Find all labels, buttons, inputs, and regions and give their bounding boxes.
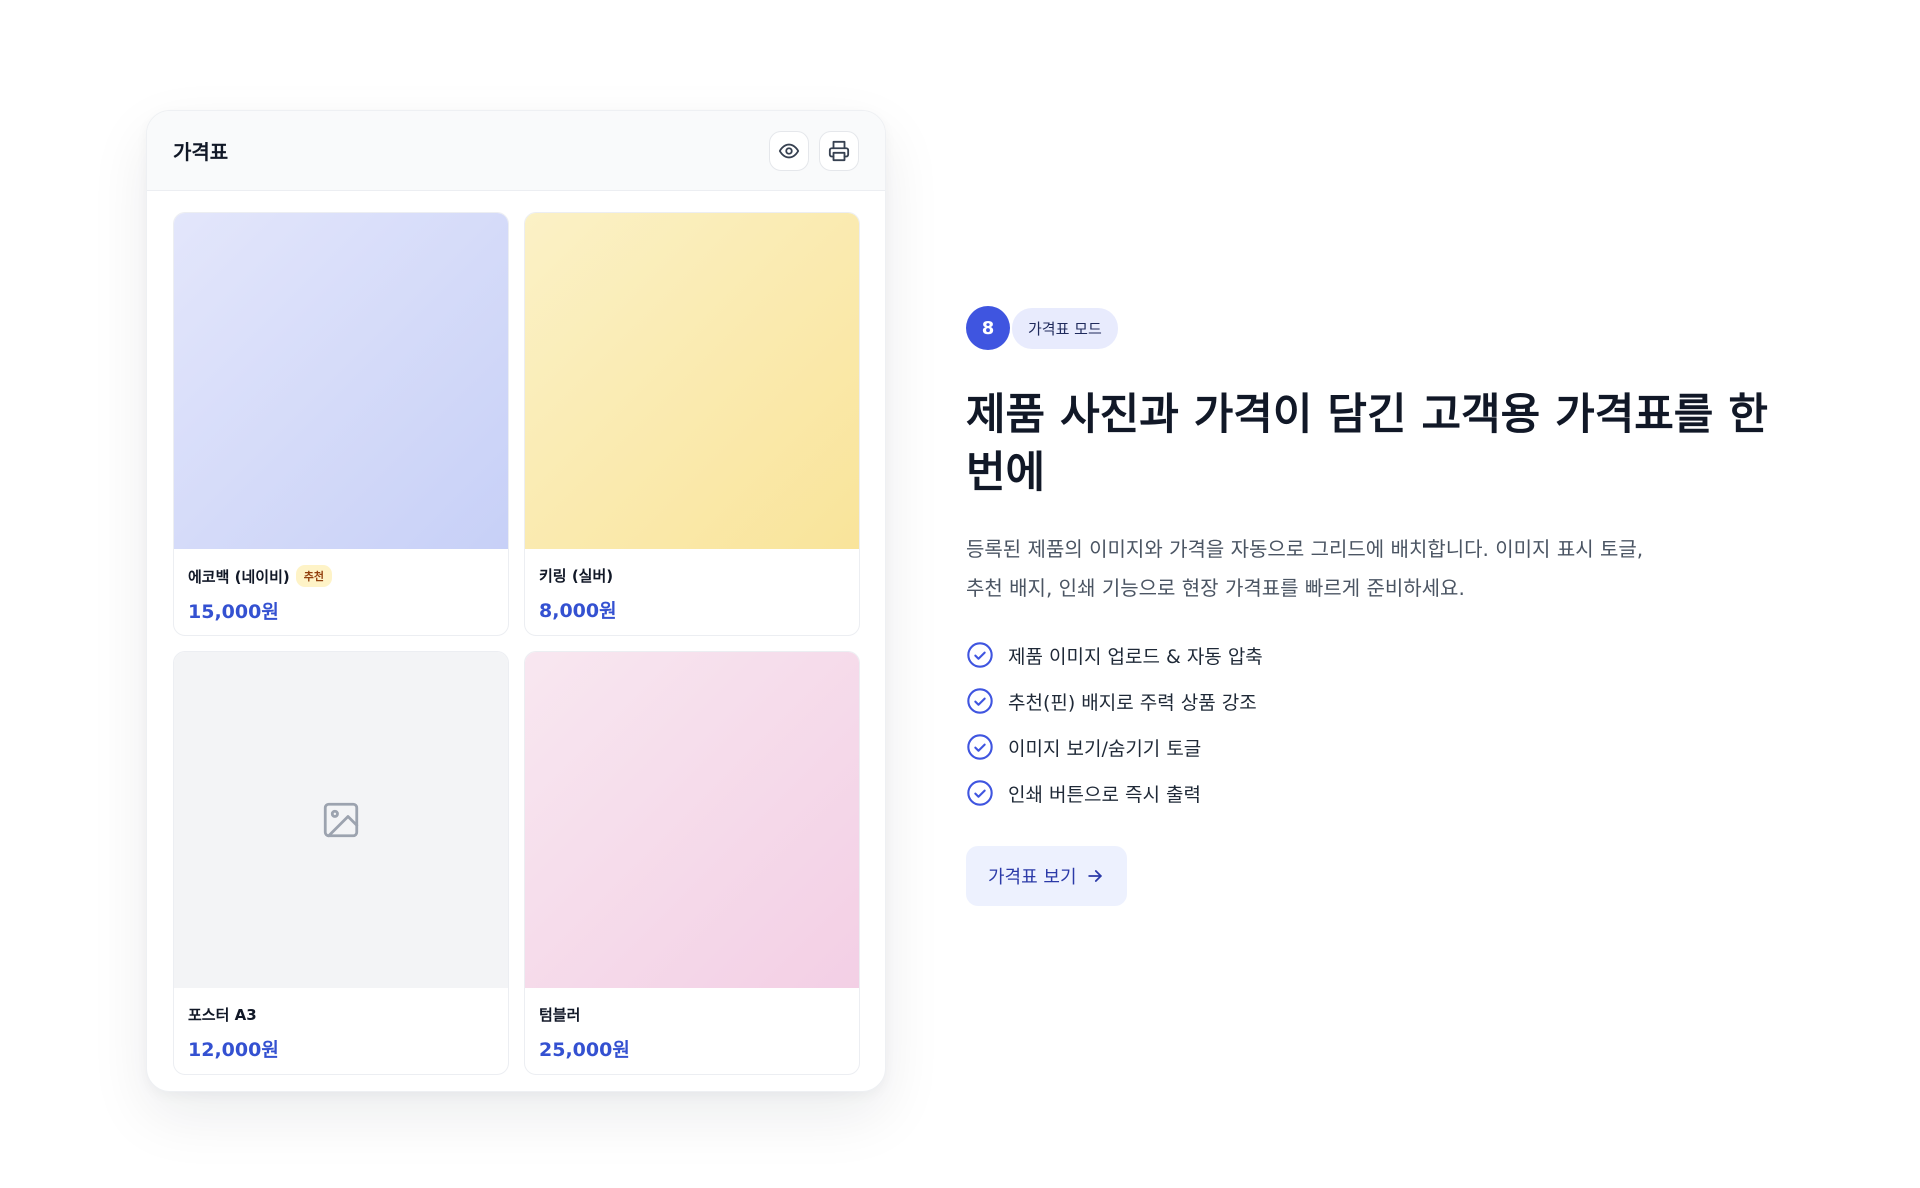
check-circle-icon: [966, 687, 994, 715]
product-name: 포스터 A3: [188, 1006, 257, 1024]
product-info: 텀블러 25,000원: [525, 988, 859, 1062]
product-name: 에코백 (네이비): [188, 567, 290, 586]
arrow-right-icon: [1087, 870, 1102, 882]
check-circle-icon: [966, 779, 994, 807]
feature-item: 이미지 보기/숨기기 토글: [966, 724, 1786, 770]
step-indicator: 8 가격표 모드: [966, 306, 1786, 350]
product-price: 8,000원: [539, 600, 617, 622]
product-name-row: 키링 (실버): [539, 565, 845, 586]
product-card-keyring[interactable]: 키링 (실버) 8,000원: [524, 212, 860, 636]
recommended-badge: 추천: [295, 565, 332, 587]
feature-description-text: 등록된 제품의 이미지와 가격을 자동으로 그리드에 배치합니다. 이미지 표시…: [966, 537, 1644, 600]
product-name-row: 텀블러: [539, 1004, 845, 1025]
product-image: [525, 213, 859, 549]
product-info: 키링 (실버) 8,000원: [525, 549, 859, 623]
product-info: 포스터 A3 12,000원: [174, 988, 508, 1062]
product-card-ecobag[interactable]: 에코백 (네이비) 추천 15,000원: [173, 212, 509, 636]
product-name: 텀블러: [539, 1006, 581, 1024]
feature-headline: 제품 사진과 가격이 담긴 고객용 가격표를 한 번에: [966, 390, 1768, 498]
step-label: 가격표 모드: [1012, 307, 1118, 349]
print-button[interactable]: [819, 130, 859, 171]
product-image: [174, 213, 508, 549]
product-name-row: 포스터 A3: [188, 1004, 494, 1025]
card-title: 가격표: [173, 140, 229, 164]
eye-icon: [778, 143, 800, 158]
product-info: 에코백 (네이비) 추천 15,000원: [174, 549, 508, 624]
feature-item-text: 제품 이미지 업로드 & 자동 압축: [1008, 645, 1263, 668]
product-image: [525, 652, 859, 988]
product-card-poster[interactable]: 포스터 A3 12,000원: [173, 651, 509, 1075]
card-header: 가격표: [147, 111, 885, 191]
product-price: 15,000원: [188, 601, 279, 623]
step-number: 8: [966, 306, 1010, 350]
product-name-row: 에코백 (네이비) 추천: [188, 565, 494, 587]
feature-item-text: 인쇄 버튼으로 즉시 출력: [1008, 783, 1201, 806]
feature-item: 제품 이미지 업로드 & 자동 압축: [966, 632, 1786, 678]
image-placeholder-icon: [323, 802, 359, 838]
feature-description: 8 가격표 모드 제품 사진과 가격이 담긴 고객용 가격표를 한 번에 등록된…: [966, 306, 1786, 906]
price-list-card: 가격표 에코백 (네이비) 추천 15,000원 키링 (실버) 8,000원 …: [146, 110, 886, 1092]
product-card-tumbler[interactable]: 텀블러 25,000원: [524, 651, 860, 1075]
cta-label: 가격표 보기: [988, 867, 1077, 888]
check-circle-icon: [966, 641, 994, 669]
product-grid: 에코백 (네이비) 추천 15,000원 키링 (실버) 8,000원 포스터 …: [173, 212, 860, 1075]
product-name: 키링 (실버): [539, 567, 614, 585]
feature-list: 제품 이미지 업로드 & 자동 압축 추천(핀) 배지로 주력 상품 강조 이미…: [966, 632, 1786, 816]
check-circle-icon: [966, 733, 994, 761]
feature-item-text: 추천(핀) 배지로 주력 상품 강조: [1008, 691, 1257, 714]
product-price: 12,000원: [188, 1039, 279, 1061]
feature-item: 인쇄 버튼으로 즉시 출력: [966, 770, 1786, 816]
printer-icon: [828, 140, 850, 161]
header-actions: [769, 130, 859, 171]
view-price-list-button[interactable]: 가격표 보기: [966, 846, 1127, 906]
feature-item-text: 이미지 보기/숨기기 토글: [1008, 737, 1202, 760]
feature-item: 추천(핀) 배지로 주력 상품 강조: [966, 678, 1786, 724]
product-price: 25,000원: [539, 1039, 630, 1061]
product-image: [174, 652, 508, 988]
toggle-images-button[interactable]: [769, 130, 809, 171]
